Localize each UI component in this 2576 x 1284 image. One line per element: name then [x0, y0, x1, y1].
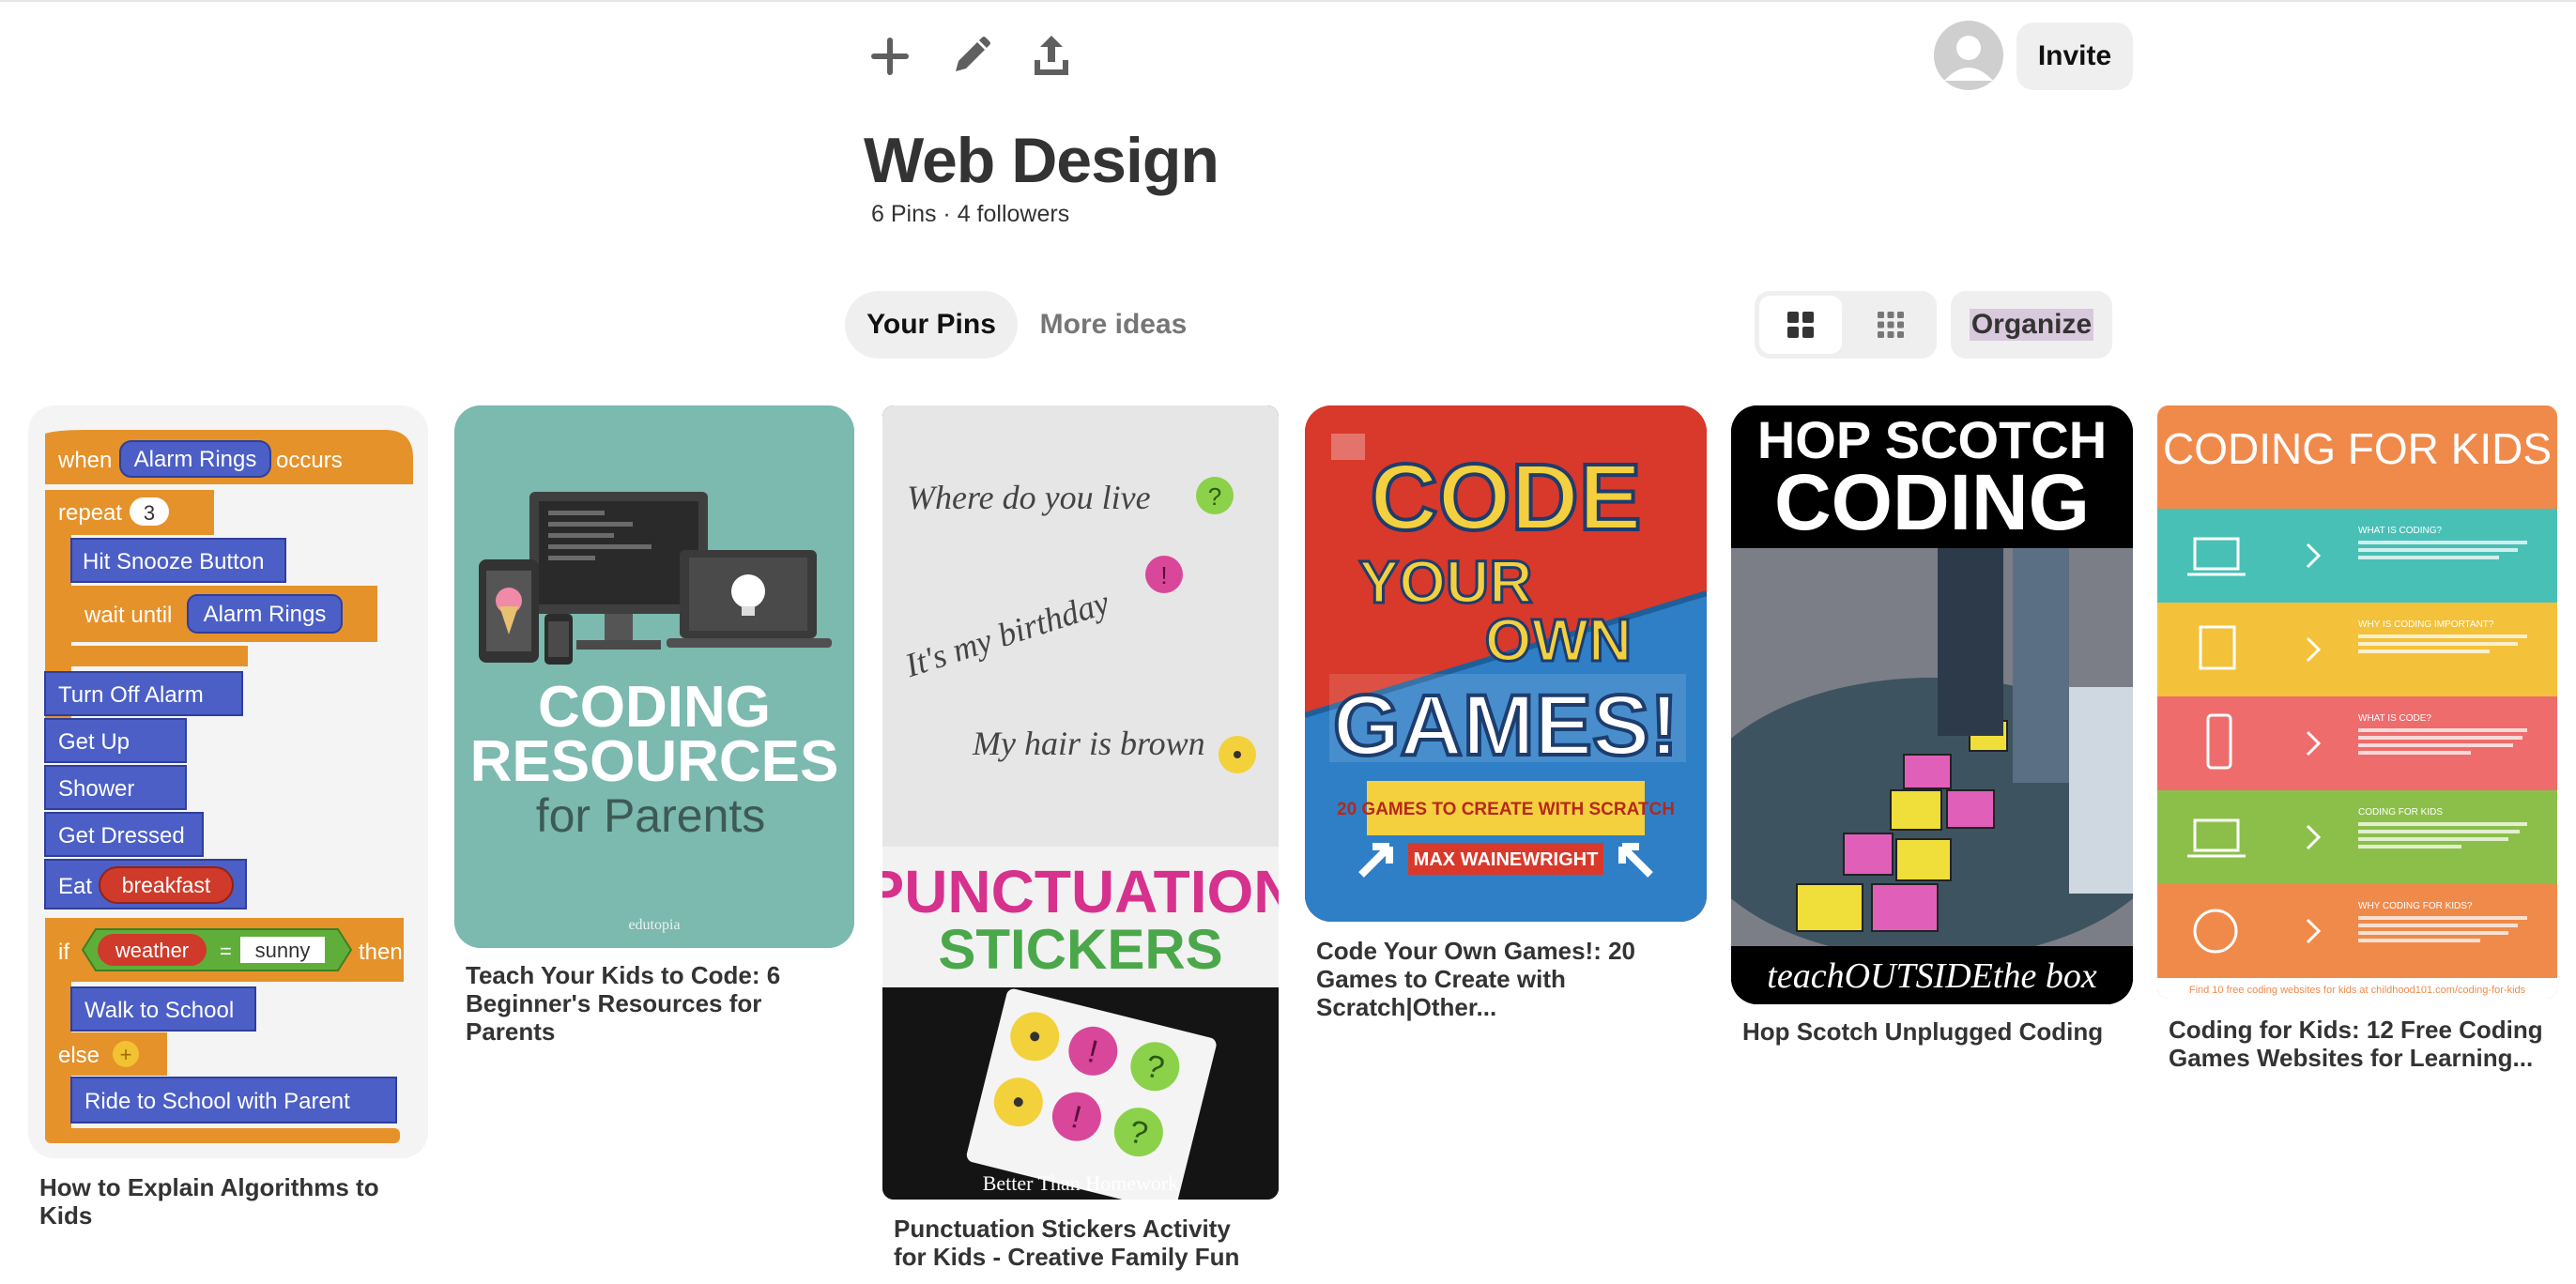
- organize-label: Organize: [1969, 309, 2094, 341]
- block-text: Get Dressed: [58, 823, 185, 848]
- compact-grid-button[interactable]: [1849, 296, 1932, 354]
- pin-title: Hop Scotch Unplugged Coding: [1742, 1017, 2104, 1046]
- block-text: Get Up: [58, 729, 130, 755]
- avatar[interactable]: [1934, 21, 2003, 90]
- image-text: Where do you live: [907, 479, 1151, 516]
- block-text: then: [359, 940, 403, 965]
- block-text: Hit Snooze Button: [83, 549, 264, 574]
- pin-image: CODING RESOURCES for Parents edutopia: [454, 405, 854, 948]
- block-text: 3: [144, 501, 155, 525]
- image-text: GAMES!: [1333, 678, 1679, 773]
- pin-title: Code Your Own Games!: 20 Games to Create…: [1316, 937, 1636, 1021]
- pin-card[interactable]: HOP SCOTCH CODING teachOUTSIDEthe box Ho…: [1731, 405, 2133, 1062]
- view-toggle: [1755, 291, 1937, 359]
- image-text: STICKERS: [938, 918, 1222, 981]
- invite-button[interactable]: Invite: [2016, 23, 2133, 90]
- large-grid-icon: [1787, 312, 1814, 338]
- block-text: else: [58, 1043, 100, 1068]
- block-text: Walk to School: [84, 998, 234, 1023]
- pin-image: HOP SCOTCH CODING teachOUTSIDEthe box: [1731, 405, 2133, 1004]
- svg-text:!: !: [1160, 561, 1167, 589]
- pin-card[interactable]: CODING RESOURCES for Parents edutopia Te…: [454, 405, 854, 1046]
- block-text: Eat: [58, 874, 92, 899]
- pin-image: CODE YOUR OWN GAMES! 20 GAMES TO CREATE …: [1305, 405, 1707, 922]
- image-text: 20 GAMES TO CREATE WITH SCRATCH: [1337, 800, 1675, 819]
- block-text: when: [57, 448, 112, 473]
- image-text: WHAT IS CODING?: [2358, 526, 2443, 536]
- image-text: teachOUTSIDEthe box: [1767, 956, 2097, 996]
- block-text: occurs: [276, 448, 343, 473]
- pin-image: when Alarm Rings occurs repeat 3 Hit Sno…: [28, 405, 428, 1158]
- image-text: Better Than Homework: [983, 1171, 1179, 1195]
- svg-text:+: +: [120, 1043, 132, 1066]
- image-text: CODE: [1371, 445, 1642, 550]
- share-board-button[interactable]: [1023, 28, 1080, 84]
- pin-card[interactable]: CODE YOUR OWN GAMES! 20 GAMES TO CREATE …: [1305, 405, 1707, 1025]
- default-grid-button[interactable]: [1759, 296, 1842, 354]
- svg-text:?: ?: [1208, 482, 1221, 511]
- organize-button[interactable]: Organize: [1951, 291, 2112, 359]
- image-text: WHAT IS CODE?: [2358, 713, 2431, 724]
- image-text: MAX WAINEWRIGHT: [1414, 849, 1599, 870]
- image-text: CODING FOR KIDS: [2163, 424, 2552, 473]
- plus-icon: [871, 38, 909, 75]
- block-text: Ride to School with Parent: [84, 1089, 350, 1114]
- pin-card[interactable]: CODING FOR KIDS WHAT IS CODING? WHY IS C…: [2157, 405, 2557, 1081]
- add-pin-button[interactable]: [862, 28, 918, 84]
- pin-title: Punctuation Stickers Activity for Kids -…: [894, 1215, 1240, 1271]
- pin-card[interactable]: Where do you live ? It's my birthday ! M…: [882, 405, 1279, 1278]
- tab-more-ideas[interactable]: More ideas: [1031, 291, 1196, 359]
- image-text: Find 10 free coding websites for kids at…: [2189, 985, 2526, 996]
- pencil-icon: [956, 37, 990, 71]
- block-text: Turn Off Alarm: [58, 682, 204, 708]
- tab-your-pins[interactable]: Your Pins: [845, 291, 1018, 359]
- block-text: Alarm Rings: [204, 602, 327, 627]
- top-divider: [0, 0, 2576, 2]
- image-text: CODING FOR KIDS: [2358, 807, 2443, 818]
- block-text: Shower: [58, 776, 134, 802]
- block-text: weather: [115, 939, 189, 962]
- image-text: PUNCTUATION: [882, 858, 1279, 925]
- user-silhouette-icon: [1934, 21, 2003, 90]
- block-text: breakfast: [122, 873, 211, 897]
- image-text: for Parents: [536, 789, 766, 842]
- image-text: edutopia: [628, 917, 680, 933]
- image-text: OWN: [1485, 606, 1632, 674]
- pin-card[interactable]: when Alarm Rings occurs repeat 3 Hit Sno…: [28, 405, 428, 1230]
- block-text: =: [220, 940, 232, 963]
- image-text: RESOURCES: [470, 729, 839, 794]
- small-grid-icon: [1878, 312, 1904, 338]
- pin-title: How to Explain Algorithms to Kids: [39, 1173, 379, 1230]
- block-text: if: [58, 940, 69, 965]
- share-icon: [1035, 36, 1068, 75]
- block-text: Alarm Rings: [134, 447, 257, 472]
- image-text: My hair is brown: [972, 725, 1205, 762]
- board-title: Web Design: [864, 125, 1219, 196]
- pin-image: Where do you live ? It's my birthday ! M…: [882, 405, 1279, 1200]
- image-text: WHY IS CODING IMPORTANT?: [2358, 619, 2494, 630]
- image-text: CODING: [1774, 458, 2090, 546]
- board-stats: 6 Pins · 4 followers: [871, 201, 1070, 227]
- block-text: sunny: [255, 939, 311, 962]
- pin-title: Coding for Kids: 12 Free Coding Games We…: [2169, 1016, 2543, 1072]
- block-text: wait until: [84, 603, 172, 628]
- edit-board-button[interactable]: [943, 28, 999, 84]
- block-text: repeat: [58, 500, 122, 526]
- image-text: WHY CODING FOR KIDS?: [2358, 901, 2473, 911]
- pin-image: CODING FOR KIDS WHAT IS CODING? WHY IS C…: [2157, 405, 2557, 999]
- pin-title: Teach Your Kids to Code: 6 Beginner's Re…: [466, 961, 781, 1046]
